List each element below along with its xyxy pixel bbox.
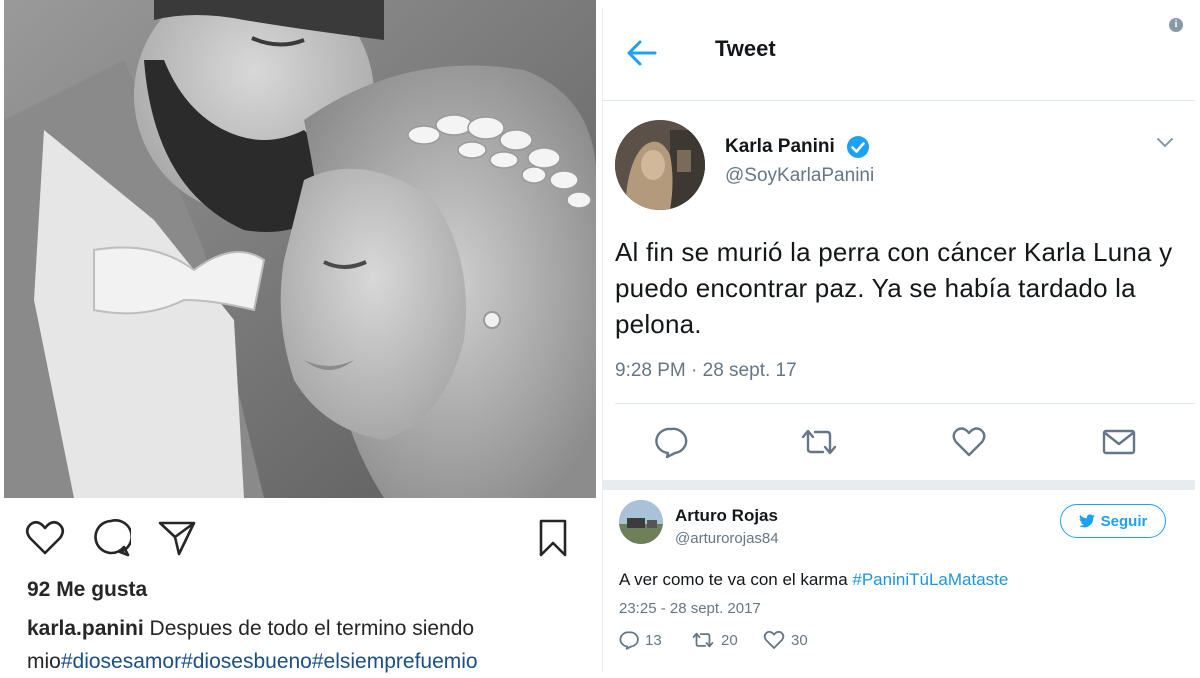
bookmark-icon[interactable] <box>530 515 576 561</box>
share-icon[interactable] <box>154 515 200 561</box>
likes-count[interactable]: 92 Me gusta <box>27 578 147 602</box>
author-name[interactable]: Karla Panini <box>725 136 835 158</box>
retweet-icon[interactable] <box>797 420 841 464</box>
avatar[interactable] <box>615 120 705 210</box>
wedding-photo <box>4 0 596 498</box>
info-icon[interactable]: i <box>1169 18 1183 32</box>
caption-username[interactable]: karla.panini <box>27 617 144 640</box>
author-handle[interactable]: @SoyKarlaPanini <box>725 165 874 187</box>
post-caption: karla.panini Despues de todo el termino … <box>27 612 587 678</box>
reply-stats: 13 20 30 <box>619 630 919 654</box>
verified-icon <box>846 135 870 159</box>
retweet-count-button[interactable]: 20 <box>691 630 738 650</box>
tweet-screen: Tweet i Karla Panini @SoyKarlaPanini Al … <box>602 8 1195 672</box>
reply-text-body: A ver como te va con el karma <box>619 570 853 589</box>
follow-button[interactable]: Seguir <box>1060 504 1166 538</box>
reply-text: A ver como te va con el karma #PaniniTúL… <box>619 570 1008 590</box>
reply-count-button[interactable]: 13 <box>619 630 662 650</box>
retweet-count: 20 <box>721 631 738 649</box>
hashtag-link[interactable]: #diosesamor <box>61 650 181 673</box>
like-icon[interactable] <box>947 420 991 464</box>
hashtag-link[interactable]: #PaniniTúLaMataste <box>852 570 1008 589</box>
hashtag-link[interactable]: #diosesbueno <box>181 650 312 673</box>
like-count: 30 <box>791 631 808 649</box>
divider <box>615 403 1195 404</box>
instagram-post: 92 Me gusta karla.panini Despues de todo… <box>0 0 600 676</box>
reply-icon[interactable] <box>649 420 693 464</box>
reply-author-name[interactable]: Arturo Rojas <box>675 506 778 526</box>
back-arrow-icon[interactable] <box>625 36 659 70</box>
page-title: Tweet <box>715 36 776 61</box>
reply-count: 13 <box>645 631 662 649</box>
message-icon[interactable] <box>1097 420 1141 464</box>
reply-avatar[interactable] <box>619 500 663 544</box>
divider <box>603 480 1195 490</box>
heart-icon[interactable] <box>22 515 68 561</box>
instagram-action-bar <box>0 505 600 565</box>
tweet-text: Al fin se murió la perra con cáncer Karl… <box>615 237 1173 339</box>
reply-author-handle[interactable]: @arturorojas84 <box>675 530 779 547</box>
tweet-action-bar <box>603 420 1195 464</box>
tweet-header: Tweet i <box>603 8 1195 101</box>
chevron-down-icon[interactable] <box>1155 136 1175 150</box>
hashtag-link[interactable]: #elsiemprefuemio <box>312 650 478 673</box>
comment-icon[interactable] <box>88 515 134 561</box>
retweet-icon <box>692 632 714 648</box>
tweet-timestamp[interactable]: 9:28 PM · 28 sept. 17 <box>615 360 797 382</box>
reply-timestamp[interactable]: 23:25 - 28 sept. 2017 <box>619 600 761 617</box>
like-count-button[interactable]: 30 <box>763 630 808 650</box>
follow-button-label: Seguir <box>1100 512 1148 530</box>
twitter-bird-icon <box>1078 514 1095 528</box>
reply-icon <box>619 631 639 650</box>
like-icon <box>763 630 785 649</box>
